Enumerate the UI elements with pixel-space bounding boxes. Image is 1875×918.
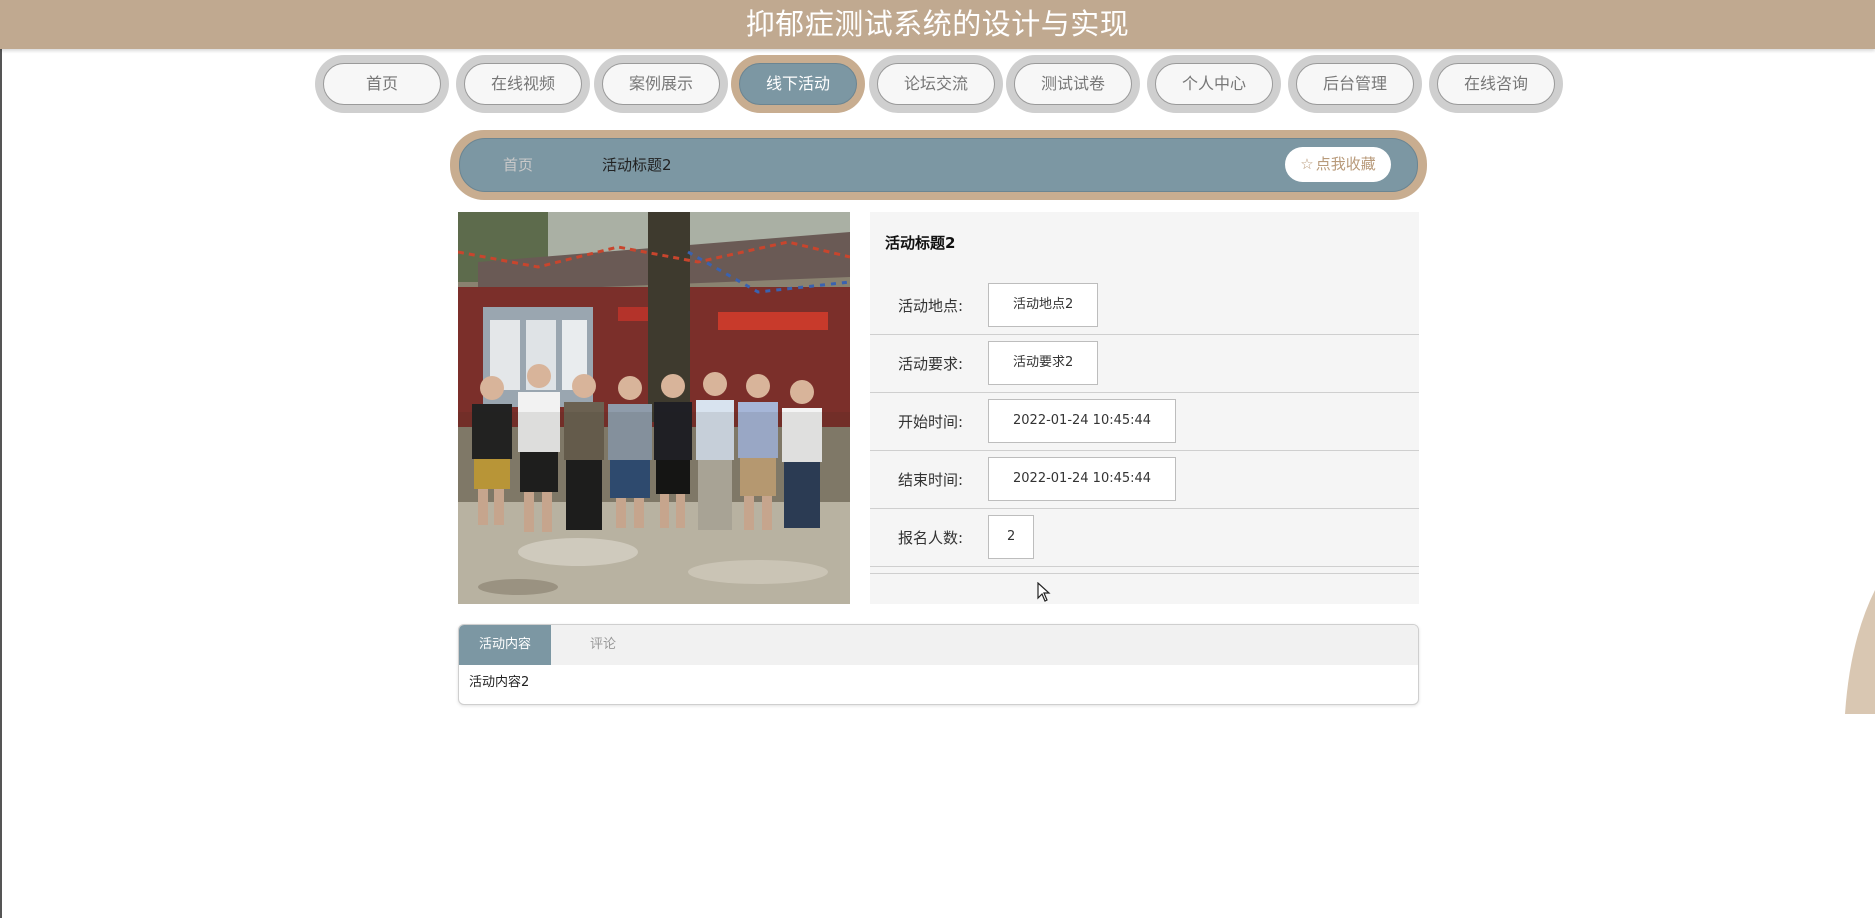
breadcrumb-home-link[interactable]: 首页 [503, 139, 533, 191]
field-row-start-time: 开始时间: 2022-01-24 10:45:44 [870, 393, 1419, 451]
decorative-corner-shape [1845, 590, 1875, 714]
field-row-end-time: 结束时间: 2022-01-24 10:45:44 [870, 451, 1419, 509]
field-value: 活动要求2 [988, 341, 1099, 385]
nav-item-offline-activity[interactable]: 线下活动 [731, 55, 865, 113]
window-edge [0, 0, 2, 918]
nav-item-label[interactable]: 个人中心 [1155, 63, 1273, 105]
favorite-button-label: 点我收藏 [1315, 155, 1376, 173]
activity-tabs: 活动内容 评论 活动内容2 [458, 624, 1419, 705]
field-label: 开始时间: [898, 413, 964, 431]
field-label: 活动地点: [898, 297, 964, 315]
nav-item-forum[interactable]: 论坛交流 [869, 55, 1003, 113]
field-value: 活动地点2 [988, 283, 1099, 327]
nav-item-label[interactable]: 论坛交流 [877, 63, 995, 105]
star-icon: ☆ [1300, 155, 1314, 173]
nav-item-label[interactable]: 后台管理 [1296, 63, 1414, 105]
group-photo-image [458, 212, 850, 604]
page-title: 抑郁症测试系统的设计与实现 [745, 7, 1130, 41]
nav-item-home[interactable]: 首页 [315, 55, 449, 113]
field-value: 2022-01-24 10:45:44 [988, 399, 1177, 443]
mouse-cursor-icon [1037, 582, 1051, 602]
field-value: 2 [988, 515, 1035, 559]
field-label: 活动要求: [898, 355, 964, 373]
nav-item-label[interactable]: 线下活动 [739, 63, 857, 105]
field-row-location: 活动地点: 活动地点2 [870, 277, 1419, 335]
nav-item-personal-center[interactable]: 个人中心 [1147, 55, 1281, 113]
nav-item-test-paper[interactable]: 测试试卷 [1006, 55, 1140, 113]
field-row-requirement: 活动要求: 活动要求2 [870, 335, 1419, 393]
nav-item-label[interactable]: 测试试卷 [1014, 63, 1132, 105]
nav-item-label[interactable]: 在线咨询 [1437, 63, 1555, 105]
title-banner: 抑郁症测试系统的设计与实现 [0, 0, 1875, 49]
nav-item-online-video[interactable]: 在线视频 [456, 55, 590, 113]
tab-activity-content[interactable]: 活动内容 [459, 625, 551, 665]
nav-item-label[interactable]: 案例展示 [602, 63, 720, 105]
activity-photo [458, 212, 850, 604]
tab-content-text: 活动内容2 [469, 675, 530, 690]
field-label: 结束时间: [898, 471, 964, 489]
breadcrumb-bar: 首页 活动标题2 ☆ 点我收藏 [459, 138, 1418, 192]
nav-item-admin[interactable]: 后台管理 [1288, 55, 1422, 113]
breadcrumb: 首页 活动标题2 ☆ 点我收藏 [450, 130, 1427, 200]
nav-item-consult[interactable]: 在线咨询 [1429, 55, 1563, 113]
field-label: 报名人数: [898, 529, 964, 547]
activity-title: 活动标题2 [885, 234, 956, 252]
activity-detail-panel: 活动标题2 活动地点: 活动地点2 活动要求: 活动要求2 开始时间: 2022… [870, 212, 1419, 604]
nav-item-label[interactable]: 在线视频 [464, 63, 582, 105]
field-value: 2022-01-24 10:45:44 [988, 457, 1177, 501]
nav-item-case-display[interactable]: 案例展示 [594, 55, 728, 113]
breadcrumb-current: 活动标题2 [602, 156, 672, 174]
tab-bar: 活动内容 评论 [459, 625, 1418, 665]
tab-comments[interactable]: 评论 [551, 625, 655, 665]
favorite-button[interactable]: ☆ 点我收藏 [1285, 147, 1391, 182]
field-row-signup-count: 报名人数: 2 [870, 509, 1419, 567]
divider [870, 573, 1419, 574]
nav-item-label[interactable]: 首页 [323, 63, 441, 105]
